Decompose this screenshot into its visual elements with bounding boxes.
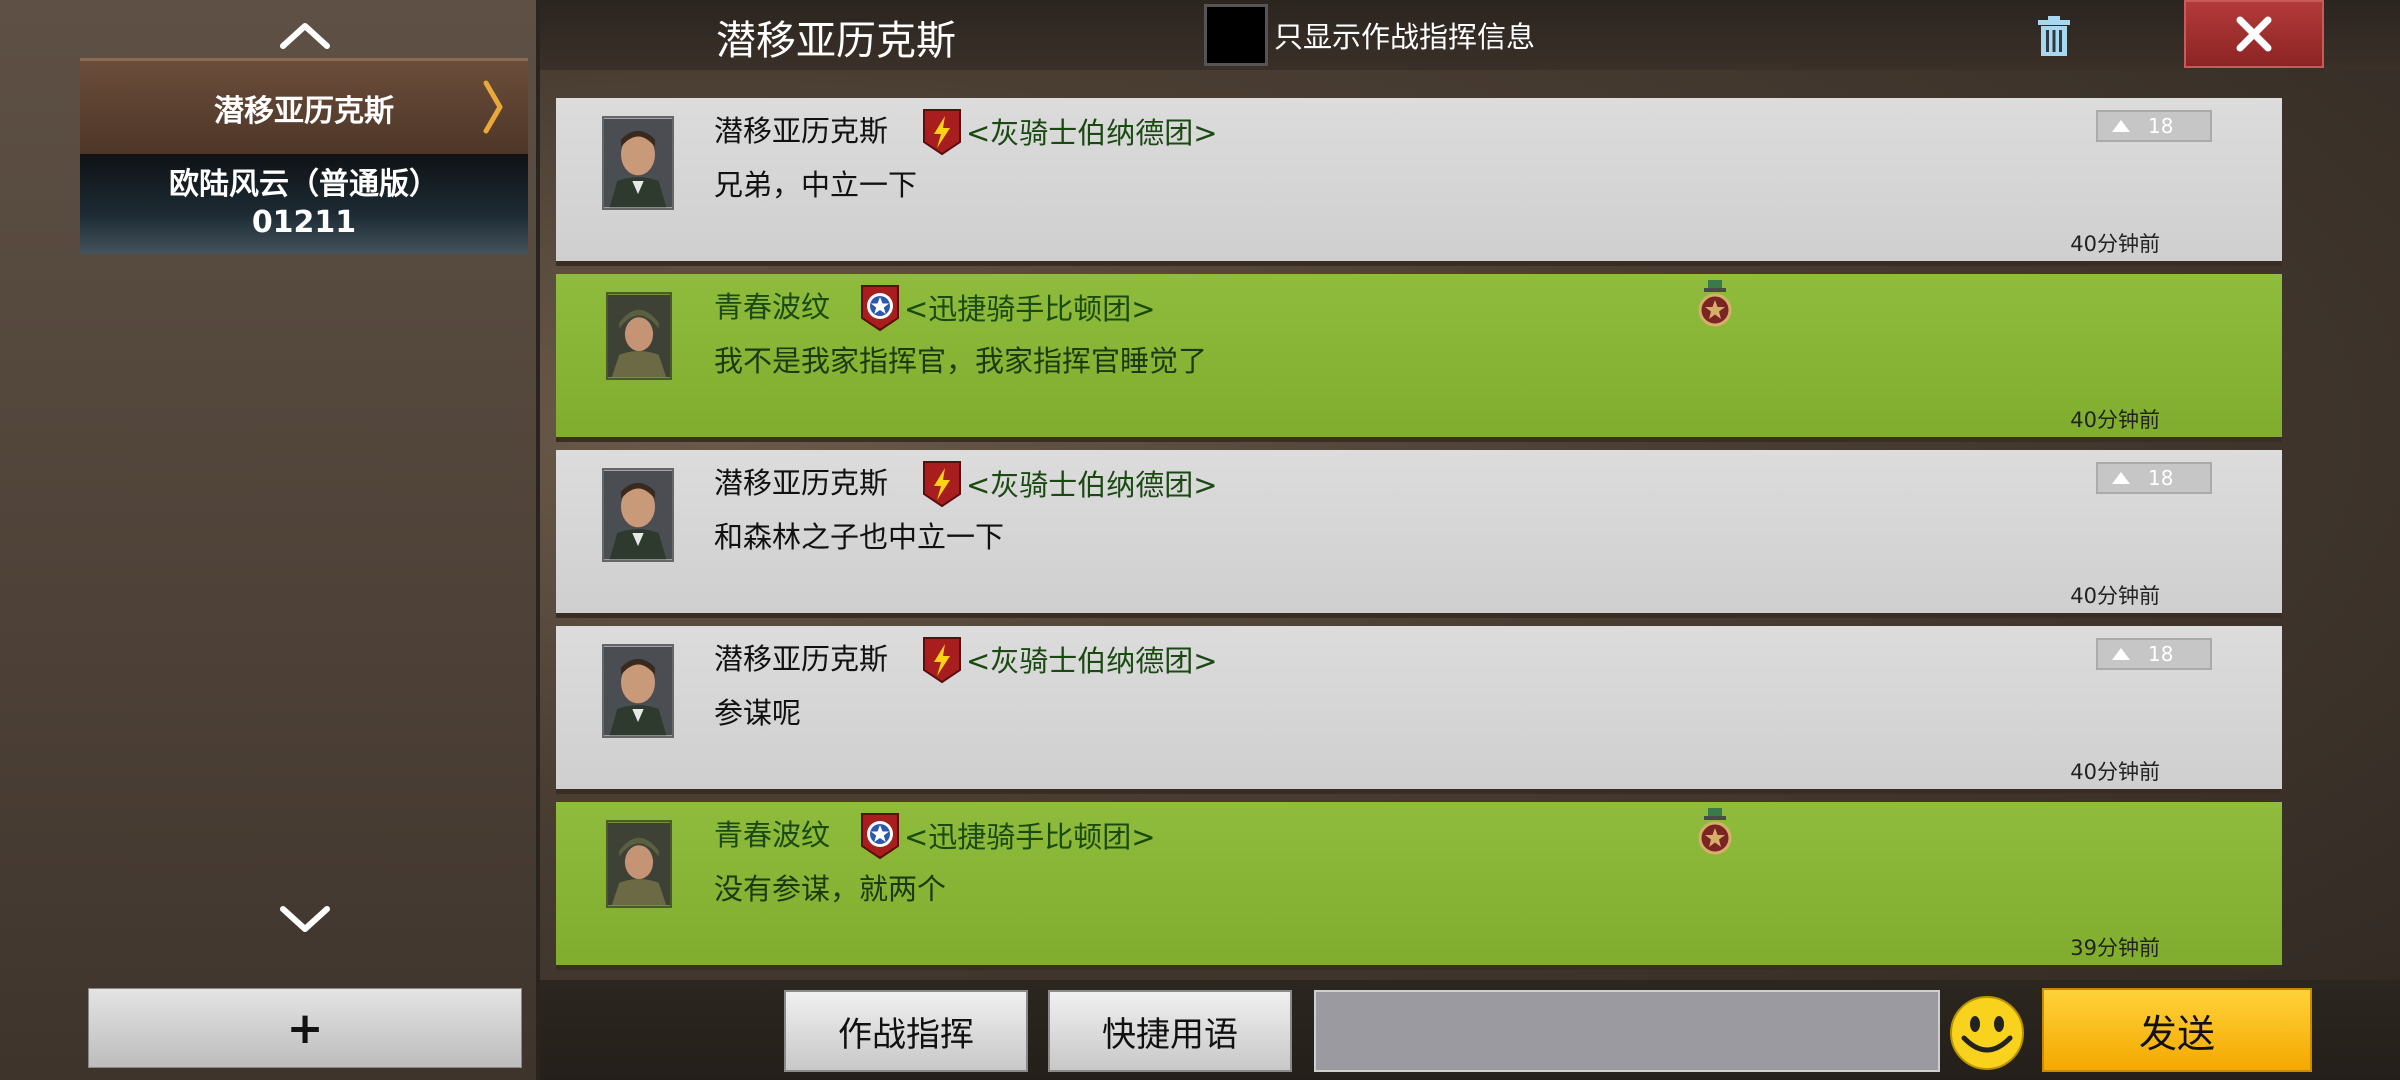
message-item: 青春波纹 <迅捷骑手比顿团> 我不是我家指挥官，我家指挥官睡觉了 40分钟前 [556,274,2282,442]
level-badge: 18 [2096,110,2212,142]
channel-item-active[interactable]: 潜移亚历克斯 [80,58,528,154]
message-text: 和森林之子也中立一下 [714,520,1005,554]
smiley-icon[interactable] [1948,994,2026,1072]
scroll-down-button[interactable] [255,890,355,950]
message-item: 潜移亚历克斯 <灰骑士伯纳德团> 18 兄弟，中立一下 40分钟前 [556,98,2282,266]
message-text: 没有参谋，就两个 [714,872,947,906]
level-badge: 18 [2096,638,2212,670]
message-item: 青春波纹 <迅捷骑手比顿团> 没有参谋，就两个 39分钟前 [556,802,2282,970]
avatar[interactable] [602,116,674,210]
channel-sidebar: 潜移亚历克斯 欧陆风云（普通版）01211 + [0,0,540,1080]
message-time: 40分钟前 [2070,760,2160,784]
message-time: 40分钟前 [2070,232,2160,256]
message-sender[interactable]: 青春波纹 [714,284,830,326]
message-text: 参谋呢 [714,696,802,730]
command-only-label: 只显示作战指挥信息 [1274,20,1536,54]
medal-icon [1698,280,1732,327]
avatar[interactable] [602,644,674,738]
message-item: 潜移亚历克斯 <灰骑士伯纳德团> 18 参谋呢 40分钟前 [556,626,2282,794]
message-time: 40分钟前 [2070,584,2160,608]
message-sender[interactable]: 潜移亚历克斯 [714,636,888,678]
battle-command-button[interactable]: 作战指挥 [784,990,1028,1072]
level-badge: 18 [2096,462,2212,494]
sidebar-divider [536,0,540,1080]
avatar[interactable] [602,468,674,562]
message-time: 40分钟前 [2070,408,2160,432]
message-text: 兄弟，中立一下 [714,168,918,202]
star-badge-icon [861,813,899,860]
quick-phrases-label: 快捷用语 [1102,1014,1238,1055]
send-label: 发送 [2138,1011,2215,1056]
lightning-badge-icon [923,461,961,508]
message-guild[interactable]: <灰骑士伯纳德团> [966,638,1218,680]
command-only-checkbox[interactable] [1204,4,1268,66]
level-value: 18 [2148,642,2174,666]
channel-label: 欧陆风云（普通版）01211 [169,167,439,240]
trash-icon[interactable] [2030,12,2078,60]
scroll-up-button[interactable] [255,5,355,65]
message-sender[interactable]: 潜移亚历克斯 [714,108,888,150]
level-value: 18 [2148,114,2174,138]
close-icon [2236,16,2272,52]
message-item: 潜移亚历克斯 <灰骑士伯纳德团> 18 和森林之子也中立一下 40分钟前 [556,450,2282,618]
message-list: 潜移亚历克斯 <灰骑士伯纳德团> 18 兄弟，中立一下 40分钟前 青春波纹 <… [556,98,2282,980]
lightning-badge-icon [923,109,961,156]
message-time: 39分钟前 [2070,936,2160,960]
chat-header: 潜移亚历克斯 只显示作战指挥信息 [540,0,2400,70]
channel-label: 潜移亚历克斯 [214,93,394,129]
message-sender[interactable]: 青春波纹 [714,812,830,854]
chat-input[interactable] [1314,990,1940,1072]
message-text: 我不是我家指挥官，我家指挥官睡觉了 [714,344,1208,378]
add-label: + [286,1002,324,1054]
chat-input-bar: 作战指挥 快捷用语 发送 [540,980,2400,1080]
quick-phrases-button[interactable]: 快捷用语 [1048,990,1292,1072]
star-badge-icon [861,285,899,332]
rank-up-icon [2112,648,2130,660]
medal-icon [1698,808,1732,855]
battle-command-label: 作战指挥 [838,1014,974,1055]
avatar[interactable] [606,292,672,380]
rank-up-icon [2112,120,2130,132]
chevron-up-icon [280,23,330,49]
avatar[interactable] [606,820,672,908]
chevron-down-icon [280,906,330,932]
send-button[interactable]: 发送 [2042,988,2312,1072]
lightning-badge-icon [923,637,961,684]
message-guild[interactable]: <迅捷骑手比顿团> [904,286,1156,328]
rank-up-icon [2112,472,2130,484]
close-button[interactable] [2184,0,2324,68]
message-sender[interactable]: 潜移亚历克斯 [714,460,888,502]
add-channel-button[interactable]: + [88,988,522,1068]
message-guild[interactable]: <灰骑士伯纳德团> [966,462,1218,504]
level-value: 18 [2148,466,2174,490]
channel-item[interactable]: 欧陆风云（普通版）01211 [80,154,528,254]
chevron-right-icon [483,80,503,134]
message-guild[interactable]: <灰骑士伯纳德团> [966,110,1218,152]
message-guild[interactable]: <迅捷骑手比顿团> [904,814,1156,856]
page-title: 潜移亚历克斯 [716,18,956,64]
